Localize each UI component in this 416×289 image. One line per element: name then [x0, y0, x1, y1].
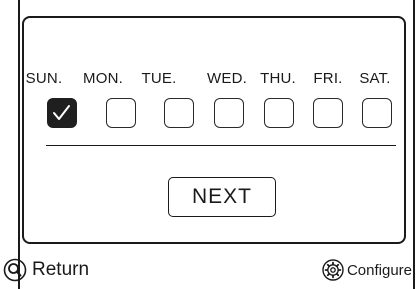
checkmark-icon — [53, 105, 70, 120]
gear-icon — [322, 259, 344, 281]
day-checkbox-sat[interactable] — [362, 98, 392, 128]
next-button[interactable]: NEXT — [168, 177, 276, 217]
day-checkbox-thu[interactable] — [264, 98, 294, 128]
day-checkbox-fri[interactable] — [313, 98, 343, 128]
bottom-bar: Return Configure — [0, 252, 416, 289]
day-label-fri: FRI. — [313, 70, 343, 87]
day-label-mon: MON. — [83, 70, 123, 87]
divider-line — [46, 145, 396, 146]
day-label-thu: THU. — [260, 70, 296, 87]
day-label-sat: SAT. — [359, 70, 391, 87]
day-label-wed: WED. — [207, 70, 247, 87]
return-label: Return — [32, 259, 90, 280]
day-labels-row: SUN. MON. TUE. WED. THU. FRI. SAT. — [26, 70, 396, 90]
configure-button[interactable]: Configure — [322, 257, 412, 283]
configure-label: Configure — [346, 261, 412, 279]
day-checkbox-mon[interactable] — [106, 98, 136, 128]
day-checkbox-tue[interactable] — [164, 98, 194, 128]
day-checkbox-sun[interactable] — [47, 98, 77, 128]
day-label-tue: TUE. — [141, 70, 177, 87]
return-button[interactable]: Return — [3, 256, 89, 284]
search-icon — [3, 258, 27, 282]
day-checkbox-wed[interactable] — [214, 98, 244, 128]
day-label-sun: SUN. — [25, 70, 63, 87]
